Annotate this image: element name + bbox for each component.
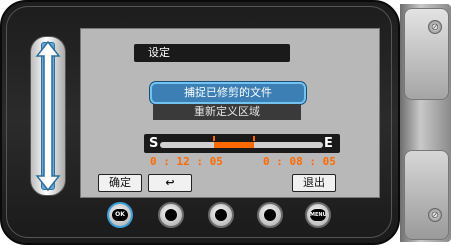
trim-start-label: S bbox=[149, 136, 159, 151]
start-time: 0 : 12 : 05 bbox=[150, 155, 223, 168]
button-4[interactable] bbox=[257, 202, 283, 228]
menu-button[interactable]: MENU bbox=[305, 202, 331, 228]
ok-icon: OK bbox=[112, 209, 128, 221]
button-dot-icon bbox=[215, 209, 227, 221]
button-dot-icon bbox=[165, 209, 177, 221]
confirm-button[interactable]: 确定 bbox=[98, 174, 142, 192]
ok-button[interactable]: OK bbox=[107, 202, 133, 228]
exit-button[interactable]: 退出 bbox=[292, 174, 336, 192]
trim-end-marker[interactable] bbox=[253, 136, 255, 141]
menu-item-redefine-area[interactable]: 重新定义区域 bbox=[153, 104, 301, 120]
page-title: 设定 bbox=[134, 44, 290, 62]
button-3[interactable] bbox=[208, 202, 234, 228]
trim-end-label: E bbox=[324, 136, 333, 151]
button-dot-icon bbox=[264, 209, 276, 221]
menu-icon: MENU bbox=[310, 209, 327, 221]
screw-icon: ⊘ bbox=[428, 208, 442, 222]
back-button[interactable]: ↩ bbox=[148, 174, 192, 192]
trim-selection-range[interactable] bbox=[214, 142, 254, 148]
hinge-top-panel bbox=[404, 8, 449, 100]
screw-icon: ⊘ bbox=[428, 20, 442, 34]
button-2[interactable] bbox=[158, 202, 184, 228]
hinge-bottom-panel bbox=[404, 150, 449, 240]
trim-start-marker[interactable] bbox=[213, 136, 215, 141]
end-time: 0 : 08 : 05 bbox=[263, 155, 336, 168]
up-down-arrow-icon bbox=[35, 40, 61, 192]
menu-item-capture-trimmed-file[interactable]: 捕捉已修剪的文件 bbox=[150, 82, 306, 104]
